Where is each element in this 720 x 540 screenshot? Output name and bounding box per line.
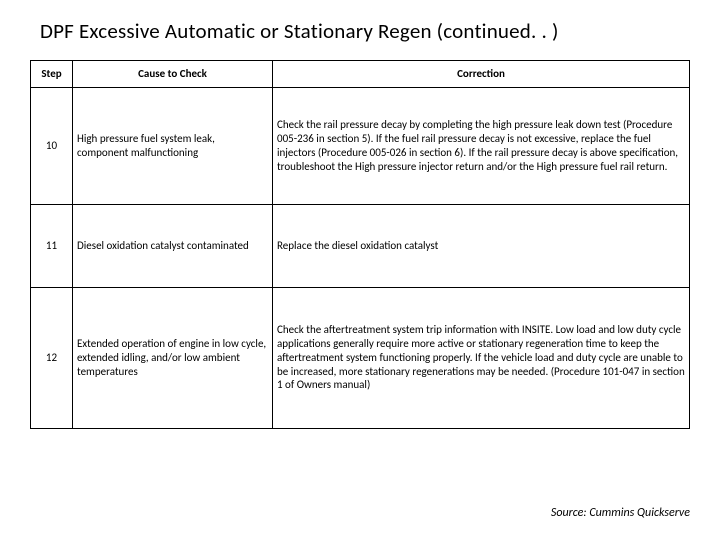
cell-step: 11 bbox=[31, 204, 73, 287]
cell-cause: Diesel oxidation catalyst contaminated bbox=[73, 204, 273, 287]
cell-cause: Extended operation of engine in low cycl… bbox=[73, 287, 273, 428]
cell-step: 10 bbox=[31, 87, 73, 204]
table-row: 12 Extended operation of engine in low c… bbox=[31, 287, 690, 428]
page-title: DPF Excessive Automatic or Stationary Re… bbox=[40, 18, 690, 44]
page: DPF Excessive Automatic or Stationary Re… bbox=[0, 0, 720, 540]
cell-correction: Replace the diesel oxidation catalyst bbox=[273, 204, 690, 287]
header-step: Step bbox=[31, 61, 73, 88]
cell-cause: High pressure fuel system leak, componen… bbox=[73, 87, 273, 204]
header-cause: Cause to Check bbox=[73, 61, 273, 88]
table-row: 11 Diesel oxidation catalyst contaminate… bbox=[31, 204, 690, 287]
cell-step: 12 bbox=[31, 287, 73, 428]
source-attribution: Source: Cummins Quickserve bbox=[551, 506, 690, 520]
table-row: 10 High pressure fuel system leak, compo… bbox=[31, 87, 690, 204]
cell-correction: Check the aftertreatment system trip inf… bbox=[273, 287, 690, 428]
header-correction: Correction bbox=[273, 61, 690, 88]
table-header-row: Step Cause to Check Correction bbox=[31, 61, 690, 88]
regen-table: Step Cause to Check Correction 10 High p… bbox=[30, 60, 690, 429]
cell-correction: Check the rail pressure decay by complet… bbox=[273, 87, 690, 204]
